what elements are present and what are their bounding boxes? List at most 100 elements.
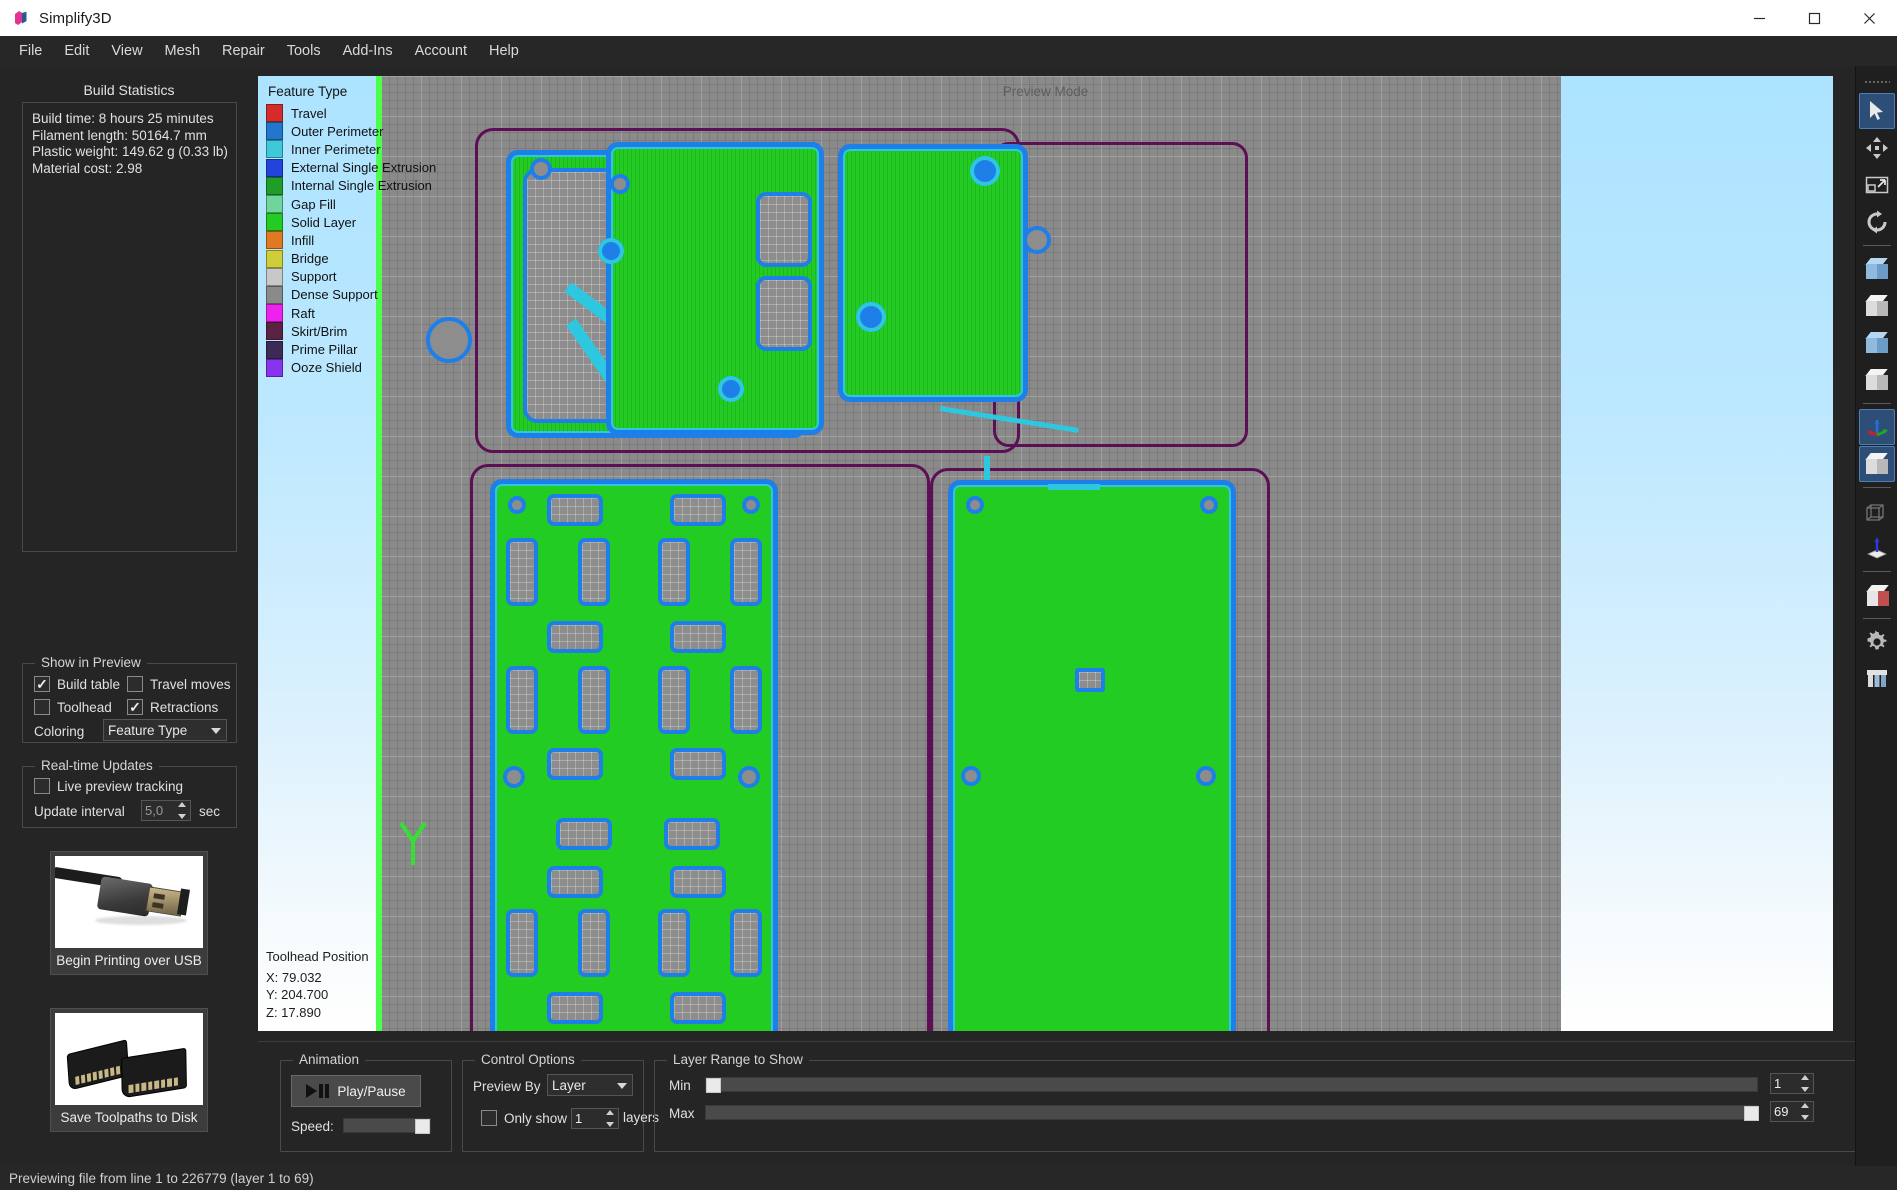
menu-view[interactable]: View [100,38,153,64]
preview-by-select[interactable]: Layer [547,1074,633,1096]
spinner-arrows-icon[interactable] [1799,1075,1810,1092]
slot-2 [756,276,812,351]
layer-max-thumb[interactable] [1744,1106,1759,1121]
bp-hole-tl [966,496,984,514]
update-interval-unit: sec [199,804,221,819]
view-left-icon[interactable] [1859,325,1895,361]
spinner-arrows-icon[interactable] [604,1110,615,1127]
view-top-icon[interactable] [1858,446,1895,482]
build-table-checkbox-box[interactable] [34,676,50,692]
legend-label: Bridge [291,251,329,267]
move-tool-icon[interactable] [1859,130,1895,166]
material-cost: Material cost: 2.98 [32,160,143,176]
toolbar-separator-3 [1862,487,1891,488]
legend-label: Inner Perimeter [291,141,381,157]
view-back-icon[interactable] [1859,288,1895,324]
legend-swatch [266,285,283,304]
view-front-icon[interactable] [1859,251,1895,287]
view-right-icon[interactable] [1859,362,1895,398]
animation-speed-slider[interactable] [343,1118,431,1134]
rotate-tool-icon[interactable] [1859,204,1895,240]
cross-section-view-icon[interactable] [1859,577,1895,613]
animation-speed-thumb[interactable] [415,1119,430,1134]
legend-item: Internal Single Extrusion [266,176,466,195]
animation-title: Animation [293,1052,366,1067]
bp-center-cut [1075,668,1105,692]
machine-control-icon[interactable] [1859,661,1895,697]
legend-item: Outer Perimeter [266,122,466,141]
menu-repair[interactable]: Repair [211,38,276,64]
only-show-checkbox-box[interactable] [481,1110,497,1126]
legend-label: Raft [291,305,315,321]
minimize-button[interactable] [1732,0,1787,36]
coloring-label: Coloring [34,724,85,739]
checkbox-retractions[interactable]: Retractions [127,699,218,715]
toolbar-separator-1 [1862,245,1891,246]
checkbox-travel-moves[interactable]: Travel moves [127,676,231,692]
legend-item: External Single Extrusion [266,158,466,177]
only-show-value: 1 [575,1111,583,1126]
retractions-checkbox-box[interactable] [127,699,143,715]
toolhead-checkbox-box[interactable] [34,699,50,715]
menu-edit[interactable]: Edit [53,38,100,64]
play-pause-label: Play/Pause [337,1083,406,1099]
close-button[interactable] [1842,0,1897,36]
play-pause-button[interactable]: Play/Pause [291,1075,421,1107]
layer-range-title: Layer Range to Show [667,1052,809,1067]
layer-max-input[interactable]: 69 [1770,1101,1814,1122]
coloring-select[interactable]: Feature Type [103,719,227,741]
3d-viewport[interactable]: Preview Mode Feature Type Travel Outer P… [258,76,1833,1031]
preview-mode-label: Preview Mode [1002,84,1089,99]
menu-file[interactable]: File [8,38,53,64]
normals-view-icon[interactable] [1859,530,1895,566]
mount-hole-1 [530,158,552,180]
spinner-arrows-icon[interactable] [1799,1103,1810,1120]
wireframe-view-icon[interactable] [1859,493,1895,529]
layer-max-slider[interactable] [705,1105,1759,1121]
toolbar-grip-icon[interactable] [1863,80,1890,85]
legend-item: Bridge [266,249,466,268]
plastic-weight: Plastic weight: 149.62 g (0.33 lb) [32,144,228,159]
scale-tool-icon[interactable] [1859,167,1895,203]
spinner-arrows-icon[interactable] [176,802,187,819]
checkbox-live-preview-tracking[interactable]: Live preview tracking [34,778,183,794]
checkbox-toolhead[interactable]: Toolhead [34,699,112,715]
legend-item: Prime Pillar [266,340,466,359]
layer-min-value: 1 [1774,1076,1782,1091]
legend-swatch [266,104,283,123]
live-preview-checkbox-box[interactable] [34,778,50,794]
mount-hole-3 [610,174,630,194]
begin-printing-over-usb-button[interactable]: Begin Printing over USB [50,851,208,975]
legend-label: Support [291,269,337,285]
legend-swatch [266,176,283,195]
legend-swatch [266,358,283,377]
menu-add-ins[interactable]: Add-Ins [332,38,404,64]
select-tool-icon[interactable] [1858,93,1895,129]
checkbox-only-show-layers[interactable]: Only show [481,1110,567,1126]
menu-mesh[interactable]: Mesh [154,38,211,64]
travel-moves-checkbox-box[interactable] [127,676,143,692]
checkbox-build-table[interactable]: Build table [34,676,120,692]
maximize-button[interactable] [1787,0,1842,36]
legend-swatch [266,140,283,159]
menu-help[interactable]: Help [478,38,530,64]
toolhead-z: Z: 17.890 [266,1004,321,1020]
realtime-updates-title: Real-time Updates [35,758,159,773]
settings-gear-icon[interactable] [1859,624,1895,660]
update-interval-input[interactable]: 5,0 [141,800,191,821]
left-sidebar: Build Statistics Build time: 8 hours 25 … [0,66,258,1190]
menu-account[interactable]: Account [404,38,478,64]
toolhead-position-title: Toolhead Position [266,949,369,964]
legend-item: Skirt/Brim [266,322,466,341]
legend-label: Skirt/Brim [291,323,348,339]
layer-min-thumb[interactable] [706,1078,721,1093]
save-toolpaths-to-disk-button[interactable]: Save Toolpaths to Disk [50,1008,208,1132]
build-table-label: Build table [57,676,121,692]
only-show-layers-input[interactable]: 1 [571,1108,619,1129]
bottom-plate [948,480,1236,1031]
layer-min-slider[interactable] [705,1077,1758,1093]
bp-seam-top [1048,484,1100,490]
view-isometric-icon[interactable] [1858,409,1895,445]
layer-min-input[interactable]: 1 [1770,1073,1814,1094]
menu-tools[interactable]: Tools [276,38,332,64]
